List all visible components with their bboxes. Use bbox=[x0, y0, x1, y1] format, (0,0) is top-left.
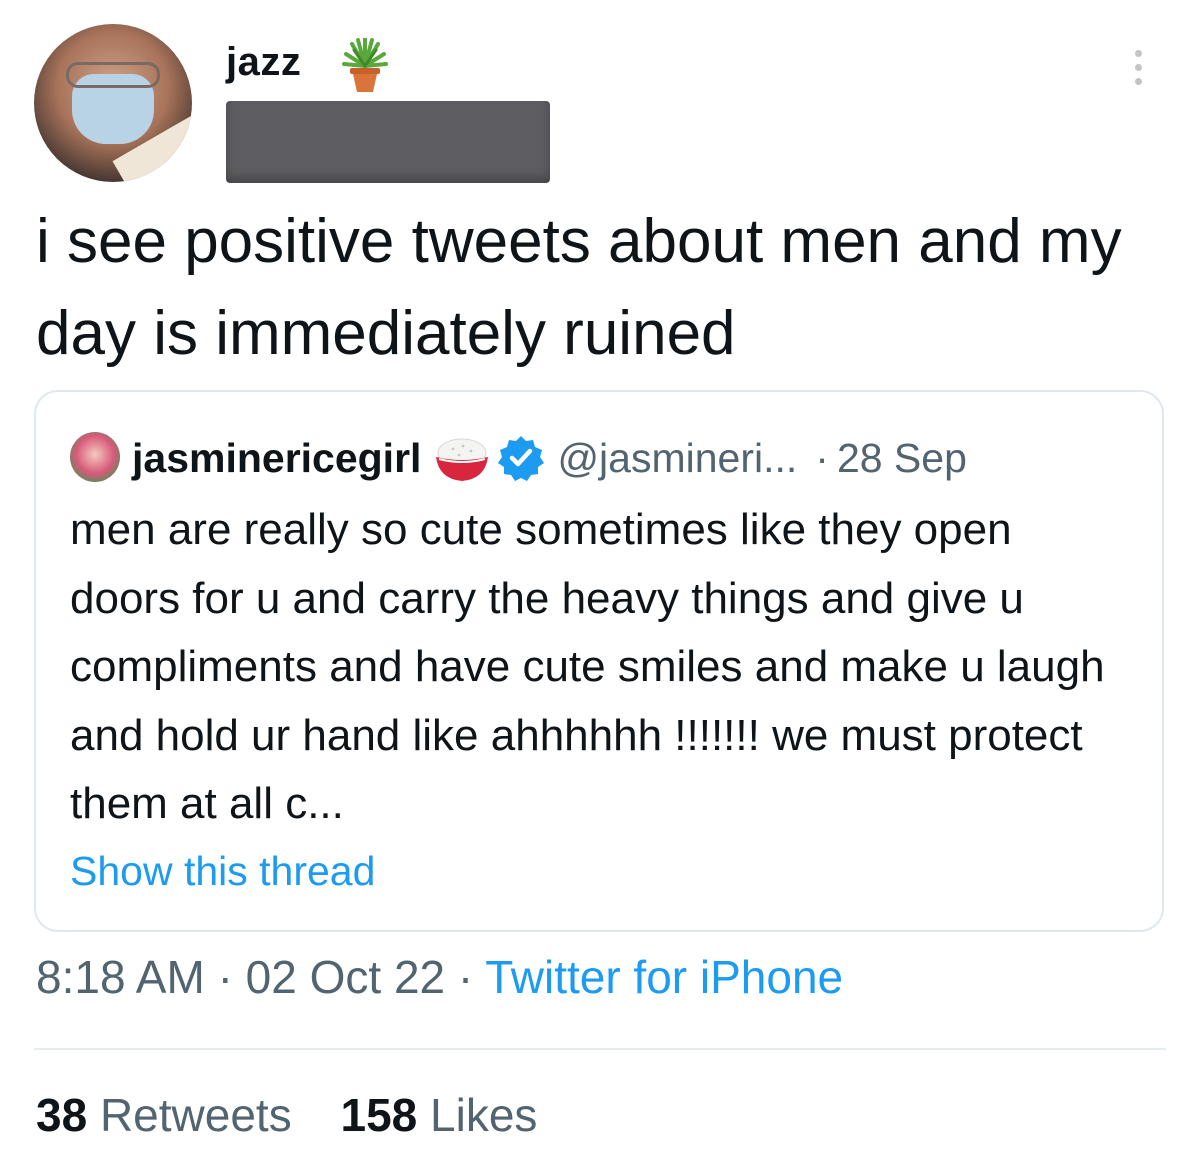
quoted-date[interactable]: 28 Sep bbox=[837, 435, 967, 482]
likes-count: 158 bbox=[340, 1089, 418, 1141]
tweet-time[interactable]: 8:18 AM bbox=[36, 951, 205, 1003]
redacted-handle bbox=[226, 101, 550, 183]
tweet-source-link[interactable]: Twitter for iPhone bbox=[485, 951, 843, 1003]
quoted-avatar[interactable] bbox=[70, 432, 120, 482]
rice-bowl-icon bbox=[436, 438, 489, 481]
quoted-tweet-text: men are really so cute sometimes like th… bbox=[70, 505, 1105, 828]
divider bbox=[34, 1048, 1166, 1050]
quoted-handle[interactable]: @jasmineri... bbox=[557, 435, 797, 482]
quoted-tweet[interactable]: jasminericegirl @jasmineri... · 28 Sep m… bbox=[34, 390, 1164, 932]
author-display-name[interactable]: jazz bbox=[226, 40, 301, 85]
quoted-header: jasminericegirl @jasmineri... · 28 Sep bbox=[132, 430, 967, 486]
retweets-stat[interactable]: 38 Retweets bbox=[36, 1089, 292, 1141]
likes-stat[interactable]: 158 Likes bbox=[340, 1089, 537, 1141]
more-options-icon[interactable] bbox=[1130, 50, 1146, 90]
meta-separator: · bbox=[217, 951, 233, 1003]
quoted-display-name[interactable]: jasminericegirl bbox=[132, 435, 421, 482]
tweet-text: i see positive tweets about men and my d… bbox=[36, 207, 1122, 368]
author-avatar[interactable] bbox=[34, 24, 192, 182]
verified-badge-icon bbox=[498, 436, 545, 481]
tweet-metadata: 8:18 AM · 02 Oct 22 · Twitter for iPhone bbox=[36, 950, 843, 1004]
retweets-count: 38 bbox=[36, 1089, 88, 1141]
likes-label: Likes bbox=[430, 1089, 538, 1141]
retweets-label: Retweets bbox=[99, 1089, 292, 1141]
avatar-glasses bbox=[66, 62, 160, 88]
tweet-stats: 38 Retweets 158 Likes bbox=[36, 1088, 573, 1142]
meta-separator: · bbox=[457, 951, 474, 1003]
tweet-date[interactable]: 02 Oct 22 bbox=[246, 951, 445, 1003]
show-thread-link[interactable]: Show this thread bbox=[70, 848, 375, 895]
potted-plant-icon bbox=[342, 38, 388, 92]
header-separator: · bbox=[815, 434, 829, 481]
